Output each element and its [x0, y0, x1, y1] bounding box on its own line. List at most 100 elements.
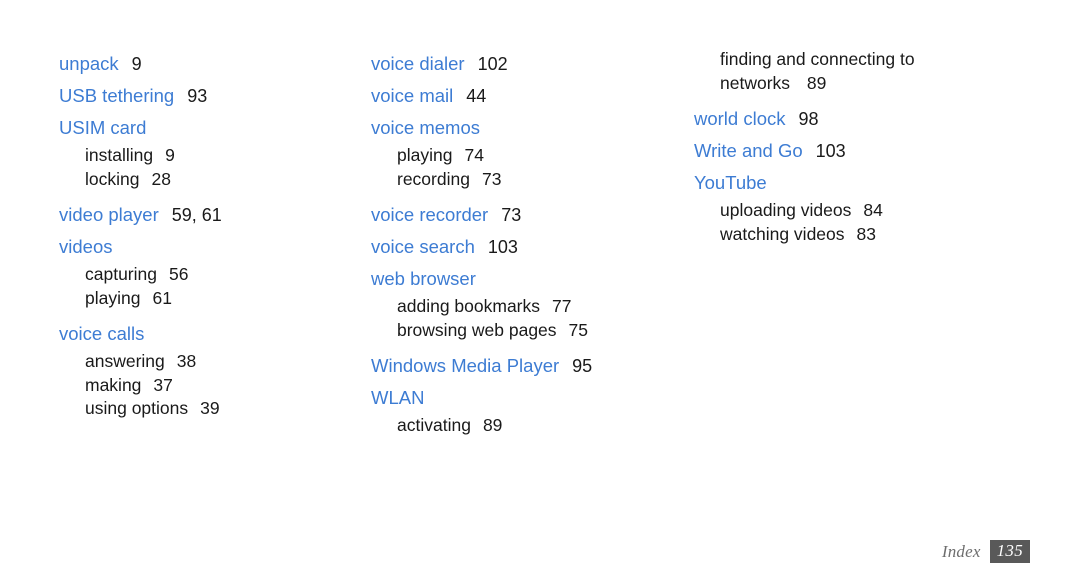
index-sub-entry[interactable]: playing 61: [85, 287, 340, 311]
index-entry-label: voice recorder: [371, 204, 489, 225]
index-sub-entry[interactable]: answering 38: [85, 350, 340, 374]
index-entry-group: Windows Media Player 95: [371, 350, 670, 382]
index-entry-label: USIM card: [59, 117, 147, 138]
index-sub-entry[interactable]: uploading videos 84: [720, 199, 1080, 223]
index-sub-entry[interactable]: activating 89: [397, 414, 670, 438]
index-entry-pages: 98: [798, 109, 819, 129]
index-sub-entry[interactable]: locking 28: [85, 168, 340, 192]
index-sub-entry-pages: 73: [481, 168, 502, 189]
index-entry-pages: 103: [815, 141, 846, 161]
index-main-entry[interactable]: voice recorder 73: [371, 199, 670, 231]
index-entry-label: Windows Media Player: [371, 355, 560, 376]
index-entry-label: YouTube: [694, 172, 767, 193]
index-sub-entry[interactable]: watching videos 83: [720, 223, 1080, 247]
index-entry-group: unpack 9: [59, 48, 340, 80]
index-entry-pages: 73: [501, 205, 522, 225]
index-continued-group: finding and connecting to networks 89: [694, 48, 1080, 95]
index-entry-label: voice search: [371, 236, 475, 257]
index-main-entry[interactable]: world clock 98: [694, 103, 1080, 135]
index-sub-entry-label: locking: [85, 168, 140, 189]
index-main-entry[interactable]: WLAN: [371, 382, 670, 414]
index-entry-group: voice mail 44: [371, 80, 670, 112]
index-entry-label: Write and Go: [694, 140, 803, 161]
index-sub-entry-pages: 61: [152, 287, 172, 308]
index-main-entry[interactable]: voice dialer 102: [371, 48, 670, 80]
index-entry-group: USIM card installing 9 locking 28: [59, 112, 340, 191]
index-main-entry[interactable]: Windows Media Player 95: [371, 350, 670, 382]
index-sub-entry-pages: 38: [176, 351, 197, 371]
index-columns: unpack 9 USB tethering 93 USIM card inst…: [0, 0, 1080, 520]
page-footer: Index 135: [942, 539, 1030, 564]
index-sub-entry-label: installing: [85, 145, 154, 165]
footer-page-number: 135: [989, 540, 1030, 563]
index-sub-entry-pages: 28: [151, 168, 171, 189]
index-entry-pages: 9: [131, 54, 142, 74]
index-entry-group: voice search 103: [371, 231, 670, 263]
index-main-entry[interactable]: voice mail 44: [371, 80, 670, 112]
index-sub-entry-pages: 9: [165, 145, 175, 165]
index-entry-pages: 44: [466, 86, 487, 106]
index-main-entry[interactable]: Write and Go 103: [694, 135, 1080, 167]
index-main-entry[interactable]: unpack 9: [59, 48, 340, 80]
index-entry-group: world clock 98: [694, 103, 1080, 135]
index-sub-entry-pages: 37: [153, 374, 173, 395]
index-main-entry[interactable]: YouTube: [694, 167, 1080, 199]
index-main-entry[interactable]: voice memos: [371, 112, 670, 144]
index-entry-group: Write and Go 103: [694, 135, 1080, 167]
index-entry-group: voice recorder 73: [371, 199, 670, 231]
index-sub-entry-label: recording: [397, 168, 470, 189]
index-entry-pages: 59, 61: [171, 205, 222, 225]
index-sub-entry-label: making: [85, 374, 142, 395]
index-sub-entry-label: uploading videos: [720, 200, 852, 220]
index-entry-group: videos capturing 56 playing 61: [59, 231, 340, 310]
index-main-entry[interactable]: videos: [59, 231, 340, 263]
footer-section-label: Index: [941, 541, 981, 561]
index-entry-label: unpack: [59, 53, 119, 74]
index-entry-group: video player 59, 61: [59, 199, 340, 231]
index-main-entry[interactable]: web browser: [371, 263, 670, 295]
index-entry-label: web browser: [371, 268, 476, 289]
index-column-1: unpack 9 USB tethering 93 USIM card inst…: [0, 0, 340, 421]
index-sub-entry-label: adding bookmarks: [397, 296, 540, 316]
index-sub-entry-pages: 74: [464, 145, 484, 165]
index-sub-entry-label: playing: [397, 145, 453, 165]
index-sub-entry[interactable]: browsing web pages 75: [397, 319, 670, 343]
index-sub-entry-label: browsing web pages: [397, 319, 557, 340]
index-sub-entry[interactable]: capturing 56: [85, 263, 340, 287]
index-entry-pages: 93: [187, 86, 208, 106]
index-entry-group: voice memos playing 74 recording 73: [371, 112, 670, 191]
index-sub-entry[interactable]: playing 74: [397, 144, 670, 168]
index-main-entry[interactable]: USIM card: [59, 112, 340, 144]
index-main-entry[interactable]: video player 59, 61: [59, 199, 340, 231]
index-entry-label: world clock: [694, 108, 786, 129]
index-main-entry[interactable]: USB tethering 93: [59, 80, 340, 112]
index-sub-entry-pages: 39: [200, 398, 220, 418]
index-main-entry[interactable]: voice calls: [59, 318, 340, 350]
index-sub-entry[interactable]: adding bookmarks 77: [397, 295, 670, 319]
index-sub-entry[interactable]: installing 9: [85, 144, 340, 168]
index-main-entry[interactable]: voice search 103: [371, 231, 670, 263]
index-sub-entry[interactable]: recording 73: [397, 168, 670, 192]
index-sub-entry[interactable]: using options 39: [85, 397, 340, 421]
index-entry-pages: 95: [572, 356, 593, 376]
index-sub-entry-label: activating: [397, 415, 471, 435]
index-column-3: finding and connecting to networks 89 wo…: [670, 0, 1080, 246]
index-sub-entry-pages: 56: [169, 264, 189, 284]
index-entry-label: voice dialer: [371, 53, 465, 74]
index-entry-label: video player: [59, 204, 159, 225]
index-entry-label: USB tethering: [59, 85, 175, 106]
index-sub-entry-pages: 89: [482, 415, 503, 435]
index-sub-entry[interactable]: finding and connecting to networks 89: [720, 48, 970, 95]
index-entry-label: videos: [59, 236, 113, 257]
index-sub-entry-label: watching videos: [720, 223, 845, 244]
index-sub-entry-label: playing: [85, 287, 141, 308]
index-sub-entry-label: answering: [85, 351, 165, 371]
index-entry-label: voice mail: [371, 85, 454, 106]
index-sub-entry[interactable]: making 37: [85, 374, 340, 398]
index-entry-label: voice calls: [59, 323, 145, 344]
index-entry-group: WLAN activating 89: [371, 382, 670, 438]
index-sub-entry-label: using options: [85, 398, 189, 418]
index-sub-entry-pages: 84: [863, 200, 883, 220]
index-sub-entry-pages: 83: [856, 223, 876, 244]
index-entry-group: voice dialer 102: [371, 48, 670, 80]
